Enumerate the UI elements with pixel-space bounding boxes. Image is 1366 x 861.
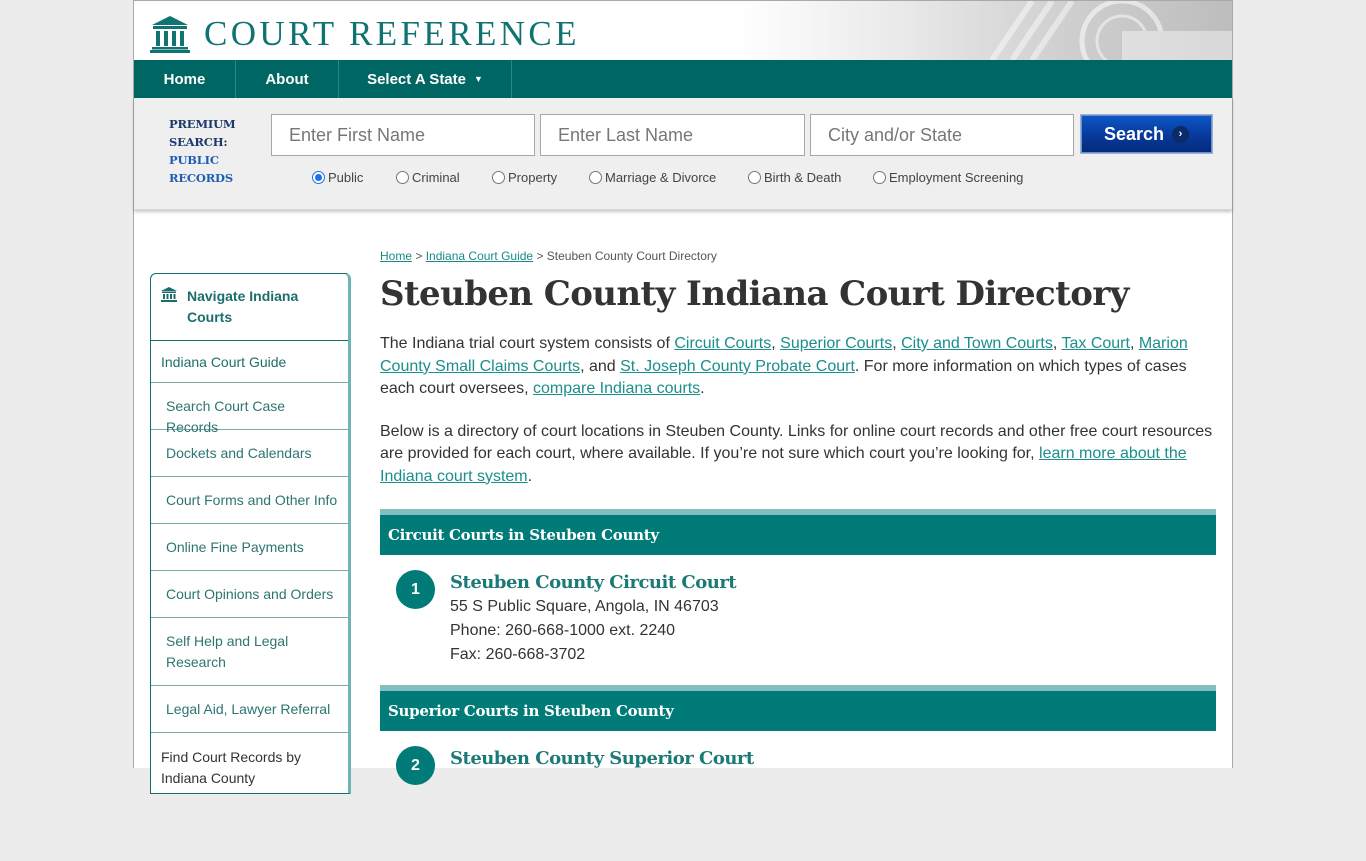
breadcrumb: Home > Indiana Court Guide > Steuben Cou…: [380, 249, 1216, 263]
city-state-input[interactable]: [810, 114, 1074, 156]
intro-paragraph: The Indiana trial court system consists …: [380, 333, 1216, 401]
search-button[interactable]: Search ›: [1080, 114, 1213, 154]
radio-birth-death[interactable]: Birth & Death: [748, 170, 873, 185]
text: .: [700, 380, 705, 397]
courthouse-icon: [161, 287, 177, 302]
premium-search-bar: PREMIUM SEARCH: PUBLIC RECORDS Search › …: [134, 98, 1232, 210]
premium-search-label: PREMIUM SEARCH: PUBLIC RECORDS: [169, 115, 236, 187]
court-number-badge: 2: [396, 746, 435, 785]
court-name-link[interactable]: Steuben County Circuit Court: [450, 571, 1216, 595]
text: .: [527, 467, 533, 485]
link-tax-court[interactable]: Tax Court: [1061, 335, 1129, 352]
column-capital-image: [989, 1, 1232, 60]
court-address: 55 S Public Square, Angola, IN 46703: [450, 598, 719, 615]
radio-criminal[interactable]: Criminal: [396, 170, 492, 185]
court-number-badge: 1: [396, 570, 435, 609]
radio-public[interactable]: Public: [312, 170, 396, 185]
search-type-radios: Public Criminal Property Marriage & Divo…: [312, 170, 1023, 185]
sidebar-item-legal-aid[interactable]: Legal Aid, Lawyer Referral: [151, 686, 348, 733]
breadcrumb-court-guide[interactable]: Indiana Court Guide: [426, 249, 533, 263]
page-title: Steuben County Indiana Court Directory: [380, 274, 1129, 314]
radio-label: Employment Screening: [889, 170, 1024, 185]
breadcrumb-separator: >: [533, 249, 547, 263]
nav-home[interactable]: Home: [134, 60, 236, 98]
sidebar-nav: Navigate Indiana Courts Indiana Court Gu…: [150, 273, 351, 794]
nav-select-state-label: Select A State: [367, 70, 466, 88]
radio-button[interactable]: [873, 171, 886, 184]
court-phone: Phone: 260-668-1000 ext. 2240: [450, 622, 676, 639]
courthouse-icon: [150, 16, 190, 53]
court-fax: Fax: 260-668-3702: [450, 646, 586, 663]
radio-label: Public: [328, 170, 364, 185]
court-entry: 1 Steuben County Circuit Court 55 S Publ…: [380, 555, 1216, 685]
link-circuit-courts[interactable]: Circuit Courts: [674, 335, 771, 352]
sidebar-item-forms[interactable]: Court Forms and Other Info: [151, 477, 348, 524]
masthead: COURT REFERENCE: [134, 1, 1232, 60]
directory-intro-paragraph: Below is a directory of court locations …: [380, 421, 1216, 489]
radio-property[interactable]: Property: [492, 170, 589, 185]
breadcrumb-separator: >: [412, 249, 426, 263]
chevron-right-icon: ›: [1172, 125, 1190, 143]
page-container: COURT REFERENCE Home About Select A Stat…: [133, 0, 1233, 794]
logo-text: COURT REFERENCE: [204, 14, 580, 53]
main-content: Home > Indiana Court Guide > Steuben Cou…: [380, 249, 1216, 861]
sidebar-item-self-help[interactable]: Self Help and Legal Research: [151, 618, 348, 686]
breadcrumb-home[interactable]: Home: [380, 249, 412, 263]
court-name-link[interactable]: Steuben County Superior Court: [450, 747, 1216, 771]
radio-button[interactable]: [396, 171, 409, 184]
premium-label-line: RECORDS: [169, 171, 233, 185]
text: ,: [771, 335, 781, 352]
radio-button[interactable]: [589, 171, 602, 184]
premium-label-line: PUBLIC: [169, 153, 219, 167]
link-city-town-courts[interactable]: City and Town Courts: [901, 335, 1053, 352]
radio-marriage-divorce[interactable]: Marriage & Divorce: [589, 170, 748, 185]
text: , and: [580, 357, 621, 375]
radio-button[interactable]: [312, 171, 325, 184]
text: The Indiana trial court system consists …: [380, 335, 675, 352]
nav-select-state[interactable]: Select A State ▼: [339, 60, 512, 98]
main-nav: Home About Select A State ▼: [134, 60, 1232, 98]
sidebar-title: Navigate Indiana Courts: [187, 288, 299, 325]
last-name-input[interactable]: [540, 114, 805, 156]
sidebar-item-court-guide[interactable]: Indiana Court Guide: [151, 341, 348, 383]
radio-label: Marriage & Divorce: [605, 170, 717, 185]
breadcrumb-current: Steuben County Court Directory: [546, 249, 717, 263]
radio-button[interactable]: [748, 171, 761, 184]
link-st-joseph-probate[interactable]: St. Joseph County Probate Court: [620, 358, 855, 375]
sidebar-item-fine-payments[interactable]: Online Fine Payments: [151, 524, 348, 571]
link-superior-courts[interactable]: Superior Courts: [780, 335, 892, 352]
premium-label-line: SEARCH:: [169, 135, 228, 149]
radio-label: Property: [508, 170, 558, 185]
sidebar-item-opinions[interactable]: Court Opinions and Orders: [151, 571, 348, 618]
sidebar-item-records-by-county[interactable]: Find Court Records by Indiana County: [151, 733, 348, 793]
radio-label: Criminal: [412, 170, 460, 185]
premium-label-line: PREMIUM: [169, 117, 236, 131]
court-entry: 2 Steuben County Superior Court: [380, 731, 1216, 861]
section-heading-circuit: Circuit Courts in Steuben County: [380, 509, 1216, 555]
section-heading-superior: Superior Courts in Steuben County: [380, 685, 1216, 731]
site-logo[interactable]: COURT REFERENCE: [150, 15, 580, 53]
radio-button[interactable]: [492, 171, 505, 184]
nav-about[interactable]: About: [236, 60, 339, 98]
sidebar-header: Navigate Indiana Courts: [151, 274, 348, 341]
sidebar-item-search-records[interactable]: Search Court Case Records: [151, 383, 348, 435]
radio-label: Birth & Death: [764, 170, 842, 185]
link-compare-courts[interactable]: compare Indiana courts: [533, 380, 700, 397]
first-name-input[interactable]: [271, 114, 535, 156]
search-button-label: Search: [1103, 123, 1165, 144]
text: ,: [892, 335, 902, 352]
text: ,: [1129, 335, 1139, 352]
radio-employment-screening[interactable]: Employment Screening: [873, 170, 1023, 185]
caret-down-icon: ▼: [474, 74, 483, 84]
